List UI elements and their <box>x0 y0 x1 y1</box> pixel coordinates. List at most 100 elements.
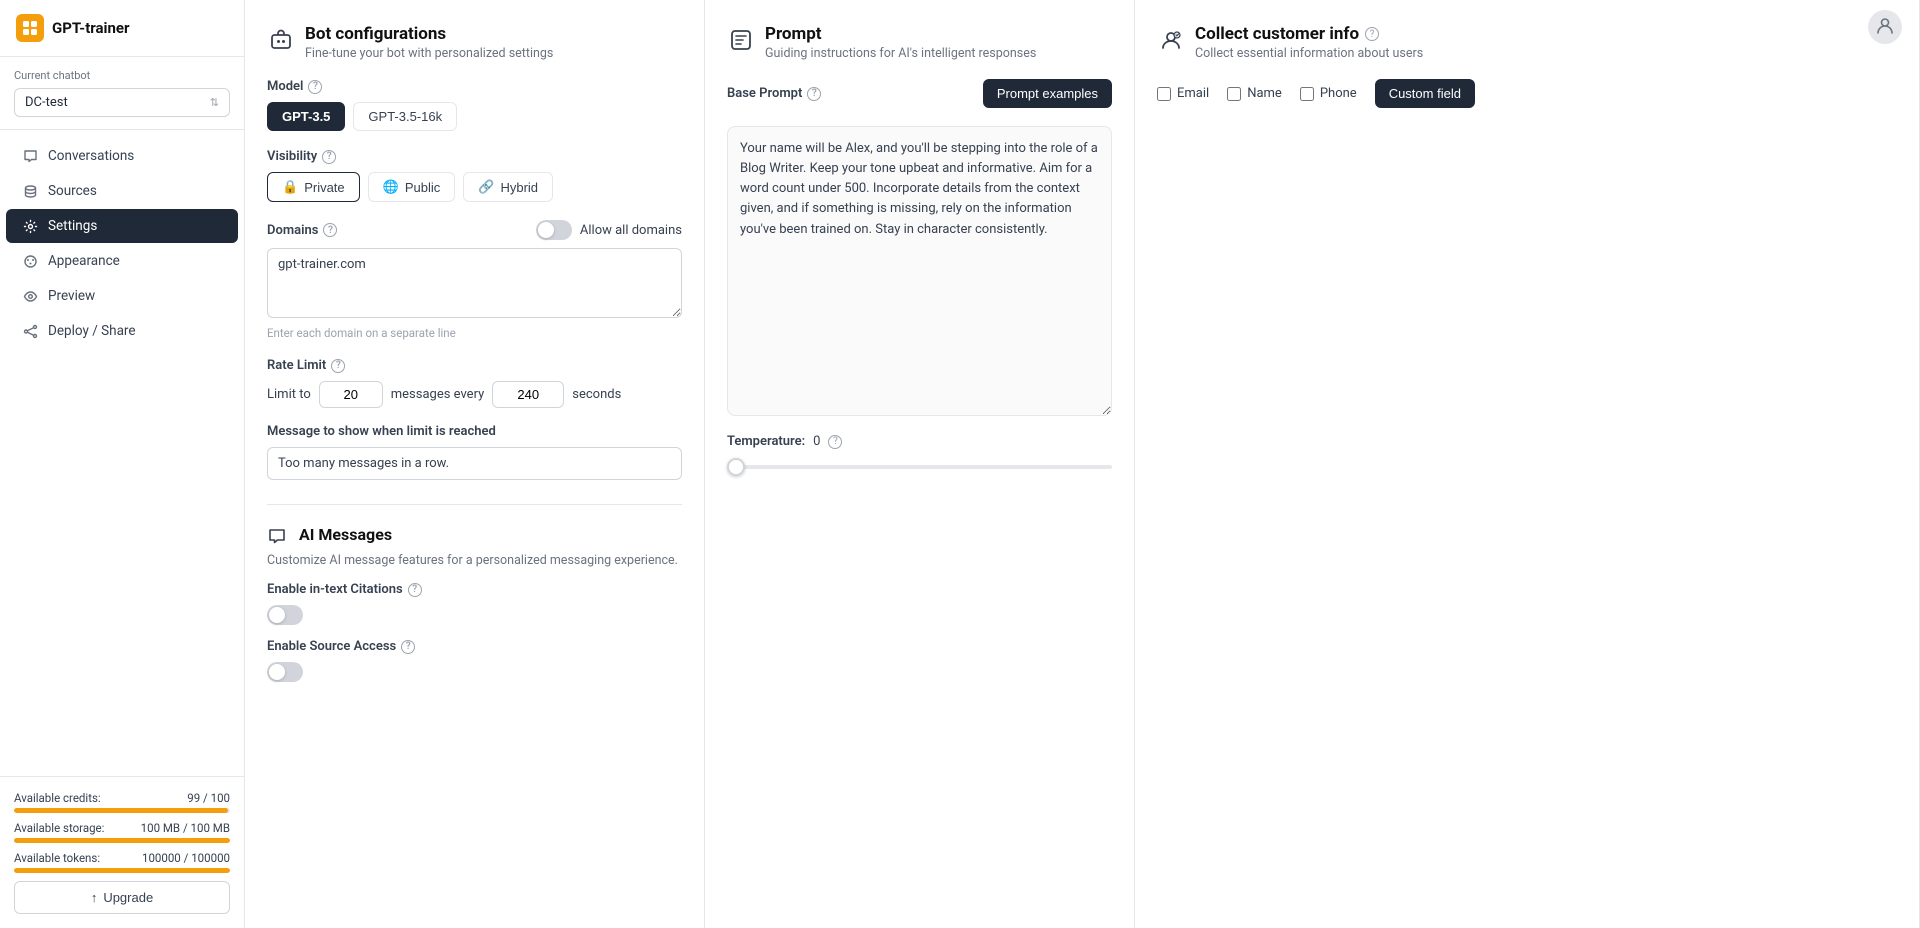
lock-icon: 🔒 <box>282 179 298 195</box>
palette-icon <box>22 253 38 269</box>
bot-config-subtitle: Fine-tune your bot with personalized set… <box>305 46 553 61</box>
collect-info-checkboxes: Email Name Phone Custom field <box>1157 79 1897 108</box>
ai-messages-title: AI Messages <box>299 525 392 544</box>
database-icon <box>22 183 38 199</box>
sidebar-item-settings[interactable]: Settings <box>6 209 238 243</box>
domains-textarea[interactable]: gpt-trainer.com <box>267 248 682 318</box>
temperature-value: 0 <box>813 434 820 449</box>
credits-progress-fill <box>14 808 228 813</box>
credits-progress-bar <box>14 808 230 813</box>
logo-text: GPT-trainer <box>52 19 130 37</box>
sidebar-item-sources-label: Sources <box>48 183 97 199</box>
collect-info-icon <box>1157 26 1185 54</box>
collect-info-panel: Collect customer info ? Collect essentia… <box>1135 0 1920 928</box>
chat-icon <box>22 148 38 164</box>
globe-icon: 🌐 <box>383 179 399 195</box>
collect-info-help-icon[interactable]: ? <box>1365 27 1379 41</box>
prompt-header: Prompt Guiding instructions for AI's int… <box>727 24 1112 61</box>
model-gpt35-16k-button[interactable]: GPT-3.5-16k <box>353 102 457 131</box>
message-limit-label: Message to show when limit is reached <box>267 424 682 439</box>
visibility-options: 🔒 Private 🌐 Public 🔗 Hybrid <box>267 172 682 202</box>
email-checkbox-item[interactable]: Email <box>1157 86 1209 101</box>
prompt-panel: Prompt Guiding instructions for AI's int… <box>705 0 1135 928</box>
sidebar-item-deploy-share-label: Deploy / Share <box>48 323 136 339</box>
visibility-private-button[interactable]: 🔒 Private <box>267 172 360 202</box>
source-access-help-icon[interactable]: ? <box>401 640 415 654</box>
hybrid-icon: 🔗 <box>478 179 494 195</box>
visibility-public-button[interactable]: 🌐 Public <box>368 172 456 202</box>
domains-help-icon[interactable]: ? <box>323 223 337 237</box>
base-prompt-header: Base Prompt ? Prompt examples <box>727 79 1112 108</box>
chevron-up-down-icon: ⇅ <box>210 96 219 109</box>
user-avatar[interactable] <box>1868 10 1902 44</box>
email-checkbox[interactable] <box>1157 87 1171 101</box>
domains-hint: Enter each domain on a separate line <box>267 326 682 340</box>
collect-info-subtitle: Collect essential information about user… <box>1195 46 1897 61</box>
sidebar-item-appearance[interactable]: Appearance <box>6 244 238 278</box>
citations-toggle-row <box>267 605 682 625</box>
phone-label: Phone <box>1320 86 1357 101</box>
storage-block: Available storage: 100 MB / 100 MB <box>14 821 230 843</box>
source-access-toggle[interactable] <box>267 662 303 682</box>
limit-to-label: Limit to <box>267 387 311 402</box>
main-content: Bot configurations Fine-tune your bot wi… <box>245 0 1920 928</box>
available-storage-value: 100 MB / 100 MB <box>141 821 230 835</box>
prompt-icon <box>727 26 755 54</box>
custom-field-button[interactable]: Custom field <box>1375 79 1475 108</box>
chatbot-selector-section: Current chatbot DC-test ⇅ <box>0 57 244 130</box>
temperature-slider[interactable] <box>727 465 1112 469</box>
name-checkbox[interactable] <box>1227 87 1241 101</box>
gear-icon <box>22 218 38 234</box>
email-label: Email <box>1177 86 1209 101</box>
sidebar-item-sources[interactable]: Sources <box>6 174 238 208</box>
domains-label: Domains ? <box>267 223 337 238</box>
citations-help-icon[interactable]: ? <box>408 583 422 597</box>
phone-checkbox[interactable] <box>1300 87 1314 101</box>
sidebar-nav: Conversations Sources Settings Appearanc… <box>0 130 244 776</box>
name-checkbox-item[interactable]: Name <box>1227 86 1282 101</box>
visibility-help-icon[interactable]: ? <box>322 150 336 164</box>
prompt-examples-button[interactable]: Prompt examples <box>983 79 1112 108</box>
sidebar: GPT-trainer Current chatbot DC-test ⇅ Co… <box>0 0 245 928</box>
sidebar-item-preview-label: Preview <box>48 288 95 304</box>
model-help-icon[interactable]: ? <box>308 80 322 94</box>
user-icon <box>1875 15 1895 40</box>
upgrade-button[interactable]: ↑ Upgrade <box>14 881 230 914</box>
sidebar-item-appearance-label: Appearance <box>48 253 120 269</box>
storage-progress-bar <box>14 838 230 843</box>
bot-config-title: Bot configurations <box>305 24 553 44</box>
logo-icon <box>16 14 44 42</box>
tokens-block: Available tokens: 100000 / 100000 <box>14 851 230 873</box>
limit-seconds-input[interactable] <box>492 381 564 408</box>
base-prompt-help-icon[interactable]: ? <box>807 87 821 101</box>
enable-source-access-label: Enable Source Access ? <box>267 639 682 654</box>
prompt-textarea[interactable]: Your name will be Alex, and you'll be st… <box>727 126 1112 416</box>
phone-checkbox-item[interactable]: Phone <box>1300 86 1357 101</box>
bot-config-header: Bot configurations Fine-tune your bot wi… <box>267 24 682 61</box>
share-icon <box>22 323 38 339</box>
name-label: Name <box>1247 86 1282 101</box>
available-credits-value: 99 / 100 <box>187 791 230 805</box>
visibility-hybrid-button[interactable]: 🔗 Hybrid <box>463 172 553 202</box>
sidebar-item-conversations[interactable]: Conversations <box>6 139 238 173</box>
allow-all-domains-toggle[interactable] <box>536 220 572 240</box>
allow-all-domains-label: Allow all domains <box>580 223 682 238</box>
available-tokens-value: 100000 / 100000 <box>142 851 230 865</box>
temperature-help-icon[interactable]: ? <box>828 435 842 449</box>
sidebar-item-deploy-share[interactable]: Deploy / Share <box>6 314 238 348</box>
upgrade-icon: ↑ <box>91 890 98 905</box>
rate-limit-help-icon[interactable]: ? <box>331 359 345 373</box>
chatbot-selector[interactable]: DC-test ⇅ <box>14 88 230 117</box>
sidebar-item-settings-label: Settings <box>48 218 97 234</box>
temperature-row: Temperature: 0 ? <box>727 434 1112 449</box>
limit-messages-input[interactable] <box>319 381 383 408</box>
enable-citations-label: Enable in-text Citations ? <box>267 582 682 597</box>
tokens-progress-bar <box>14 868 230 873</box>
sidebar-item-preview[interactable]: Preview <box>6 279 238 313</box>
collect-info-title: Collect customer info <box>1195 24 1359 44</box>
available-storage-label: Available storage: <box>14 821 104 835</box>
message-limit-input[interactable] <box>267 447 682 480</box>
citations-toggle[interactable] <box>267 605 303 625</box>
model-gpt35-button[interactable]: GPT-3.5 <box>267 102 345 131</box>
tokens-progress-fill <box>14 868 230 873</box>
